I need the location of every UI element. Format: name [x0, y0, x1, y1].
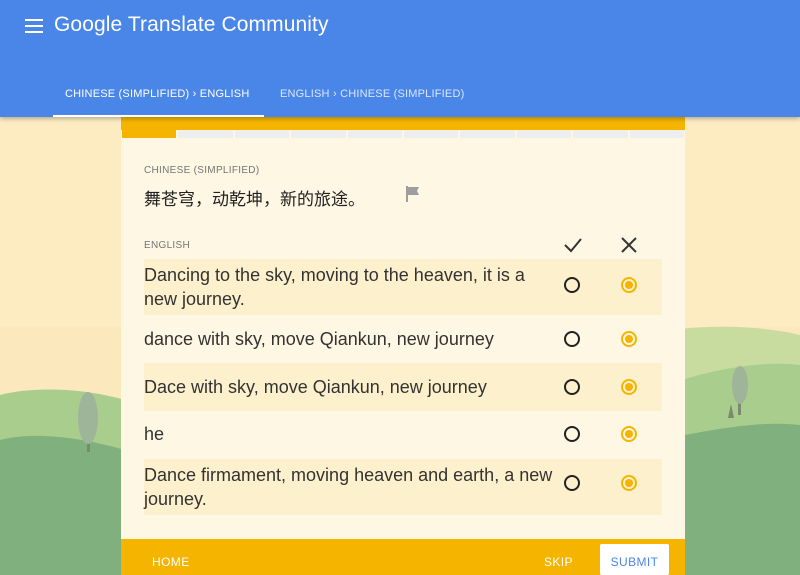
progress-indicator: [121, 130, 685, 138]
translation-row: Dance firmament, moving heaven and earth…: [144, 459, 662, 515]
approve-radio[interactable]: [564, 331, 580, 347]
translation-text: Dancing to the sky, moving to the heaven…: [144, 265, 525, 309]
home-button[interactable]: HOME: [152, 555, 190, 569]
translation-row: Dancing to the sky, moving to the heaven…: [144, 259, 662, 315]
progress-segment: [573, 130, 628, 138]
reject-radio[interactable]: [621, 331, 637, 347]
progress-segment: [291, 130, 346, 138]
progress-segment: [234, 130, 290, 138]
app-title: Google Translate Community: [54, 13, 329, 36]
skip-button[interactable]: SKIP: [544, 555, 573, 569]
translation-text: he: [144, 424, 165, 444]
submit-button[interactable]: SUBMIT: [600, 544, 669, 575]
tab-english-to-chinese[interactable]: ENGLISH › CHINESE (SIMPLIFIED): [268, 78, 476, 117]
source-text: 舞苍穹，动乾坤，新的旅途。: [144, 190, 365, 210]
progress-segment: [404, 130, 459, 138]
source-language-label: CHINESE (SIMPLIFIED): [144, 165, 260, 176]
progress-segment: [629, 130, 685, 138]
card-header-bar: [121, 117, 685, 130]
progress-segment: [460, 130, 515, 138]
progress-segment: [347, 130, 403, 138]
target-language-label: ENGLISH: [144, 240, 191, 251]
approve-radio[interactable]: [564, 426, 580, 442]
close-icon: [621, 237, 637, 253]
language-tabs: CHINESE (SIMPLIFIED) › ENGLISH ENGLISH ›…: [53, 78, 476, 117]
app-bar: Google Translate Community CHINESE (SIMP…: [0, 0, 800, 117]
card-footer: HOME SKIP SUBMIT: [121, 539, 685, 575]
translation-row: Dace with sky, move Qiankun, new journey: [144, 363, 662, 411]
reject-radio[interactable]: [621, 426, 637, 442]
translation-row: he: [144, 411, 662, 459]
check-icon: [564, 238, 582, 253]
flag-icon[interactable]: [404, 185, 422, 203]
reject-radio[interactable]: [621, 277, 637, 293]
tab-chinese-to-english[interactable]: CHINESE (SIMPLIFIED) › ENGLISH: [53, 78, 264, 117]
translation-card: CHINESE (SIMPLIFIED) 舞苍穹，动乾坤，新的旅途。 ENGLI…: [121, 117, 685, 575]
approve-radio[interactable]: [564, 277, 580, 293]
translation-text: dance with sky, move Qiankun, new journe…: [144, 329, 494, 349]
progress-segment: [122, 130, 177, 138]
translation-row: dance with sky, move Qiankun, new journe…: [144, 315, 662, 363]
translation-text: Dace with sky, move Qiankun, new journey: [144, 377, 487, 397]
hamburger-menu-icon[interactable]: [22, 14, 46, 38]
reject-radio[interactable]: [621, 379, 637, 395]
progress-segment: [516, 130, 572, 138]
reject-radio[interactable]: [621, 475, 637, 491]
approve-radio[interactable]: [564, 379, 580, 395]
translation-text: Dance firmament, moving heaven and earth…: [144, 465, 553, 509]
approve-radio[interactable]: [564, 475, 580, 491]
progress-segment: [178, 130, 233, 138]
